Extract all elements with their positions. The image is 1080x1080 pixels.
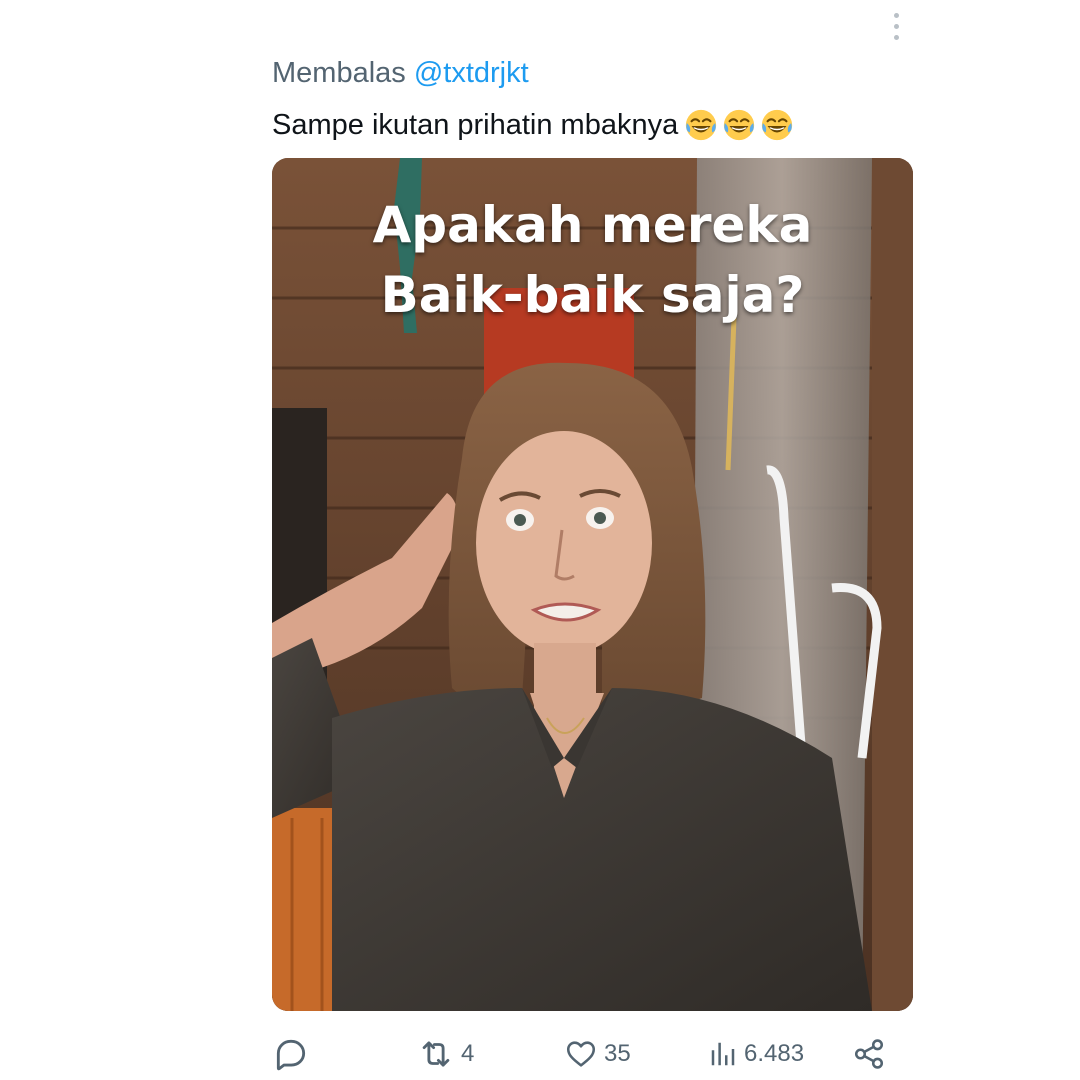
- retweet-button[interactable]: 4: [417, 1030, 474, 1078]
- caption-line-1: Apakah mereka: [372, 196, 813, 254]
- views-button[interactable]: 6.483: [708, 1030, 804, 1078]
- views-chart-icon: [711, 1042, 735, 1066]
- face-with-tears-of-joy-icon: [762, 109, 793, 141]
- tweet-text-body: Sampe ikutan prihatin mbaknya: [272, 109, 679, 141]
- replying-prefix: Membalas: [272, 57, 406, 89]
- like-button[interactable]: 35: [564, 1030, 631, 1078]
- caption-line-2: Baik-baik saja?: [380, 266, 805, 324]
- tweet-action-bar: 4 35 6.483: [272, 1030, 892, 1078]
- share-button[interactable]: [852, 1030, 886, 1078]
- more-options-button[interactable]: [884, 10, 908, 42]
- reply-button[interactable]: [272, 1030, 316, 1078]
- replying-handle-link[interactable]: @txtdrjkt: [414, 57, 529, 89]
- more-dot-icon: [893, 23, 899, 29]
- replying-to: Membalas @txtdrjkt: [272, 55, 529, 91]
- reply-icon: [276, 1039, 306, 1071]
- heart-icon: [566, 1041, 596, 1067]
- retweet-icon: [422, 1041, 450, 1067]
- retweet-count: 4: [461, 1040, 475, 1067]
- views-count: 6.483: [744, 1040, 805, 1067]
- face-with-tears-of-joy-icon: [724, 109, 755, 141]
- share-icon: [854, 1039, 884, 1069]
- face-with-tears-of-joy-icon: [686, 109, 717, 141]
- like-count: 35: [604, 1040, 631, 1067]
- tweet-media-image[interactable]: Apakah mereka Baik-baik saja?: [272, 158, 913, 1011]
- tweet-text: Sampe ikutan prihatin mbaknya: [272, 106, 794, 144]
- media-caption: Apakah mereka Baik-baik saja?: [272, 190, 913, 330]
- more-dot-icon: [893, 12, 899, 18]
- more-dot-icon: [893, 34, 899, 40]
